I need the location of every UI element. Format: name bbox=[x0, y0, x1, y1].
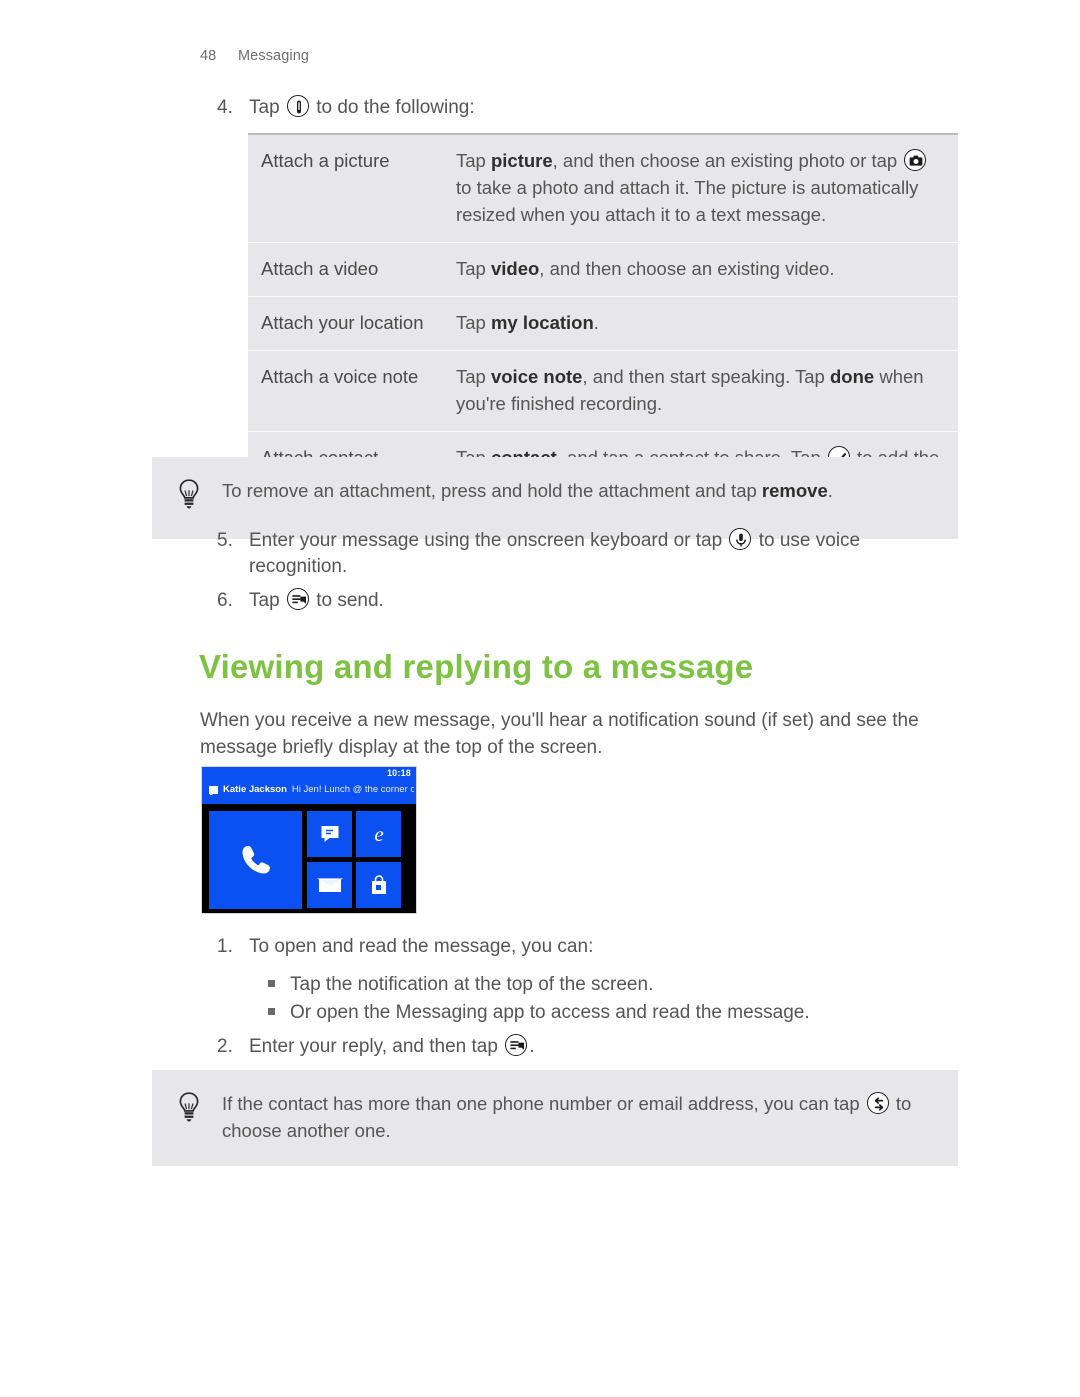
emphasized-term: picture bbox=[490, 150, 553, 171]
table-row: Attach a voice note Tap voice note, and t… bbox=[248, 350, 958, 431]
status-bar-clock: 10:18 bbox=[386, 768, 411, 778]
notification-message: Hi Jen! Lunch @ the corner café bbox=[291, 784, 414, 795]
emphasized-term: my location bbox=[490, 312, 594, 333]
text-run: , and then start speaking. Tap bbox=[582, 366, 830, 387]
table-row-description: Tap video, and then choose an existing v… bbox=[456, 243, 958, 296]
tip-callout-choose-number: If the contact has more than one phone n… bbox=[152, 1070, 958, 1166]
emphasized-term: done bbox=[830, 366, 875, 387]
step-5-number: 5. bbox=[217, 530, 233, 551]
reply-step-2-text-after: . bbox=[529, 1036, 535, 1057]
reply-step-1-number: 1. bbox=[217, 936, 233, 957]
step-6-number: 6. bbox=[217, 590, 233, 611]
intro-paragraph: When you receive a new message, you'll h… bbox=[200, 710, 919, 758]
notification-sender: Katie Jackson bbox=[223, 784, 287, 795]
table-row: Attach your location Tap my location. bbox=[248, 296, 958, 350]
text-run: Tap bbox=[456, 312, 491, 333]
step-6-text-before: Tap bbox=[249, 590, 280, 611]
document-page: 48 Messaging 4. Tap to do the following: … bbox=[0, 0, 1080, 1397]
step-4-text-after: to do the following: bbox=[316, 97, 475, 118]
emphasized-term: remove bbox=[761, 480, 828, 501]
step-4-body: Tap to do the following: bbox=[249, 95, 957, 121]
table-row-description: Tap my location. bbox=[456, 297, 958, 350]
section-name: Messaging bbox=[238, 48, 310, 64]
text-run: Tap bbox=[456, 150, 491, 171]
running-header: 48 Messaging bbox=[200, 48, 309, 64]
start-screen-tiles: e bbox=[202, 805, 416, 913]
emphasized-term: voice note bbox=[490, 366, 583, 387]
reply-step-2-text-before: Enter your reply, and then tap bbox=[249, 1036, 498, 1057]
camera-icon[interactable] bbox=[904, 149, 927, 171]
step-5-body: Enter your message using the onscreen ke… bbox=[249, 528, 957, 580]
step-6-text-after: to send. bbox=[316, 590, 384, 611]
swap-icon[interactable] bbox=[866, 1092, 889, 1114]
reply-step-2-number: 2. bbox=[217, 1036, 233, 1057]
step-6-body: Tap to send. bbox=[249, 588, 957, 614]
paperclip-icon[interactable] bbox=[286, 95, 309, 117]
table-row-label: Attach a voice note bbox=[261, 366, 419, 387]
text-run: , and then choose an existing photo or t… bbox=[552, 150, 903, 171]
list-item-label: Or open the Messaging app to access and … bbox=[290, 1002, 810, 1023]
reply-step-2: 2. Enter your reply, and then tap . bbox=[217, 1034, 957, 1060]
text-run: If the contact has more than one phone n… bbox=[222, 1093, 865, 1114]
text-run: . bbox=[827, 480, 833, 501]
messaging-tile[interactable] bbox=[307, 811, 352, 857]
store-tile[interactable] bbox=[356, 862, 401, 908]
tip-callout-remove-attachment: To remove an attachment, press and hold … bbox=[152, 457, 958, 539]
send-icon[interactable] bbox=[505, 1034, 528, 1056]
microphone-icon[interactable] bbox=[729, 528, 752, 550]
list-item-label: Tap the notification at the top of the s… bbox=[290, 974, 654, 995]
text-run: Tap bbox=[456, 366, 491, 387]
internet-explorer-tile[interactable]: e bbox=[356, 811, 401, 857]
list-item: Tap the notification at the top of the s… bbox=[268, 971, 968, 998]
lightbulb-icon bbox=[176, 477, 222, 517]
text-run: , and then choose an existing video. bbox=[539, 258, 835, 279]
notification-line: Katie Jackson Hi Jen! Lunch @ the corner… bbox=[209, 784, 414, 795]
step-5-text-before: Enter your message using the onscreen ke… bbox=[249, 530, 723, 551]
bullet-square-icon bbox=[268, 999, 290, 1026]
reply-step-2-body: Enter your reply, and then tap . bbox=[249, 1034, 957, 1060]
step-4: 4. Tap to do the following: bbox=[217, 95, 957, 121]
table-row-description: Tap voice note, and then start speaking.… bbox=[456, 351, 958, 431]
step-4-text-before: Tap bbox=[249, 97, 280, 118]
tip-top-text: To remove an attachment, press and hold … bbox=[222, 477, 940, 504]
tip-bottom-text: If the contact has more than one phone n… bbox=[222, 1090, 940, 1144]
bullet-square-icon bbox=[268, 971, 290, 998]
step-4-number: 4. bbox=[217, 97, 233, 118]
step-6: 6. Tap to send. bbox=[217, 588, 957, 614]
table-row-description: Tap picture, and then choose an existing… bbox=[456, 135, 958, 242]
step-5: 5. Enter your message using the onscreen… bbox=[217, 528, 957, 580]
lightbulb-icon bbox=[176, 1090, 222, 1130]
send-icon[interactable] bbox=[286, 588, 309, 610]
notification-banner: 10:18 Katie Jackson Hi Jen! Lunch @ the … bbox=[202, 767, 416, 804]
page-number: 48 bbox=[200, 48, 217, 64]
text-run: to take a photo and attach it. The pictu… bbox=[456, 177, 919, 225]
table-row-label: Attach a picture bbox=[261, 150, 390, 171]
text-run: Tap bbox=[456, 258, 491, 279]
svg-text:e: e bbox=[374, 822, 383, 846]
emphasized-term: video bbox=[490, 258, 540, 279]
mail-tile[interactable] bbox=[307, 862, 352, 908]
phone-tile[interactable] bbox=[209, 811, 302, 909]
table-row: Attach a video Tap video, and then choose… bbox=[248, 242, 958, 296]
table-row: Attach a picture Tap picture, and then ch… bbox=[248, 135, 958, 242]
phone-screenshot: 10:18 Katie Jackson Hi Jen! Lunch @ the … bbox=[201, 766, 417, 914]
reply-step-1: 1. To open and read the message, you can… bbox=[217, 934, 957, 960]
reply-step-1-text: To open and read the message, you can: bbox=[249, 936, 594, 957]
text-run: . bbox=[593, 312, 599, 333]
list-item: Or open the Messaging app to access and … bbox=[268, 999, 968, 1026]
page-title: Viewing and replying to a message bbox=[199, 648, 754, 685]
text-run: To remove an attachment, press and hold … bbox=[222, 480, 762, 501]
message-bubble-icon bbox=[209, 785, 218, 795]
table-row-label: Attach your location bbox=[261, 312, 424, 333]
table-row-label: Attach a video bbox=[261, 258, 379, 279]
